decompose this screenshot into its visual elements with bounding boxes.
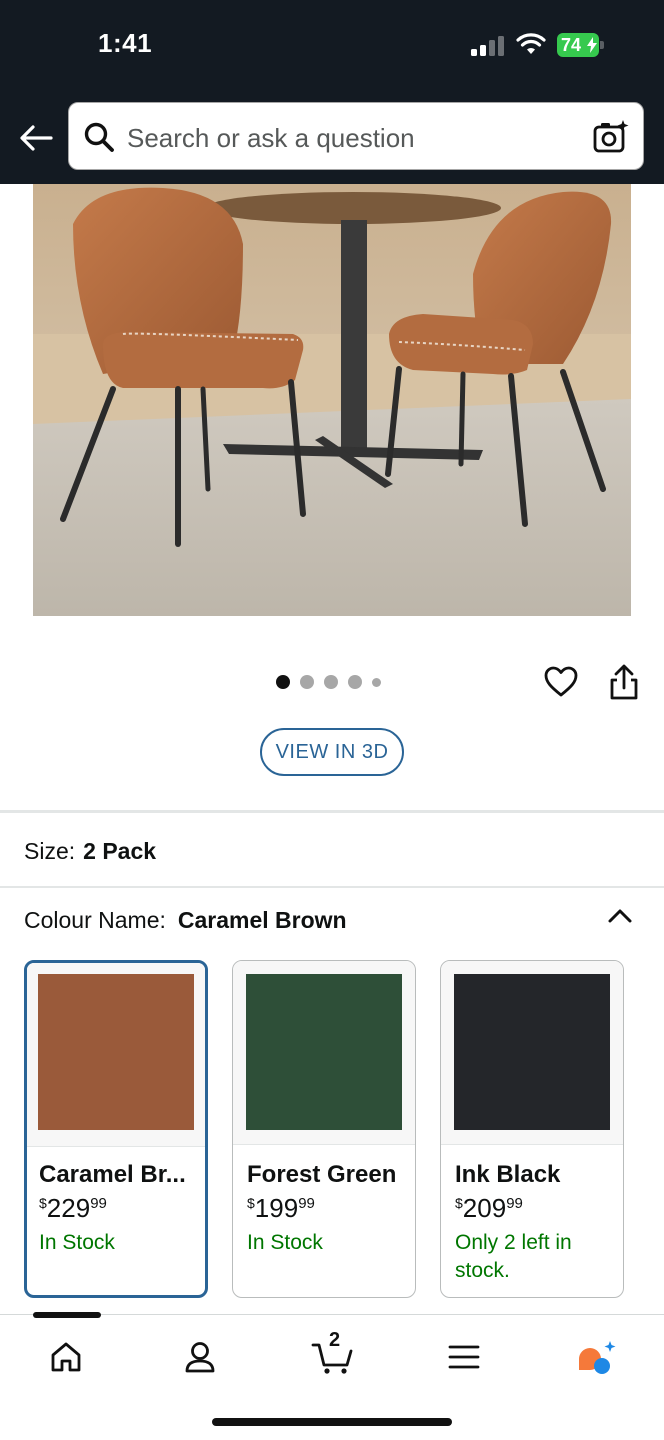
carousel-dot[interactable] — [348, 675, 362, 689]
colour-option-price: $22999 — [39, 1193, 107, 1223]
stock-status: In Stock — [247, 1231, 323, 1254]
search-input[interactable]: Search or ask a question — [68, 102, 644, 170]
section-divider — [0, 810, 664, 813]
wifi-icon — [516, 33, 546, 54]
carousel-dot[interactable] — [372, 677, 381, 687]
colour-swatch — [246, 974, 402, 1130]
charging-bolt-icon — [587, 37, 597, 53]
colour-option-name: Caramel Br... — [39, 1161, 186, 1188]
home-icon — [51, 1342, 81, 1372]
carousel-dot[interactable] — [324, 675, 338, 689]
nav-account[interactable] — [178, 1335, 222, 1379]
colour-value: Caramel Brown — [177, 907, 347, 933]
image-carousel-dots[interactable] — [276, 674, 381, 690]
size-value: 2 Pack — [83, 838, 157, 864]
account-icon — [185, 1342, 215, 1373]
battery-icon: 74 — [557, 33, 605, 57]
camera-search-icon[interactable] — [593, 119, 629, 155]
home-indicator — [212, 1418, 452, 1426]
nav-menu[interactable] — [442, 1335, 486, 1379]
cart-count: 2 — [329, 1329, 341, 1351]
view-in-3d-button[interactable]: VIEW IN 3D — [260, 728, 404, 776]
carousel-dot[interactable] — [276, 675, 290, 689]
back-button[interactable] — [16, 118, 56, 158]
search-placeholder: Search or ask a question — [127, 123, 415, 153]
colour-option-caramel-brown[interactable]: Caramel Br... $22999 In Stock — [24, 960, 208, 1298]
colour-row: Colour Name: Caramel Brown — [24, 907, 347, 934]
cellular-signal-icon — [471, 36, 504, 56]
active-tab-indicator — [33, 1312, 101, 1318]
nav-home[interactable] — [44, 1335, 88, 1379]
top-header: 1:41 74 Search or ask a question — [0, 0, 664, 184]
menu-icon — [448, 1345, 480, 1369]
colour-swatch — [38, 974, 194, 1130]
colour-option-name: Forest Green — [247, 1161, 397, 1188]
nav-cart[interactable]: 2 — [310, 1329, 354, 1379]
nav-rufus[interactable] — [574, 1335, 618, 1379]
size-label: Size: — [24, 838, 76, 864]
colour-option-ink-black[interactable]: Ink Black $20999 Only 2 left in stock. — [440, 960, 624, 1298]
carousel-dot[interactable] — [300, 675, 314, 689]
stock-status: In Stock — [39, 1231, 115, 1254]
wishlist-heart-icon[interactable] — [543, 664, 579, 700]
product-image[interactable] — [33, 184, 631, 616]
battery-level: 74 — [561, 35, 582, 55]
colour-option-forest-green[interactable]: Forest Green $19999 In Stock — [232, 960, 416, 1298]
colour-swatch — [454, 974, 610, 1130]
rufus-icon — [579, 1341, 616, 1374]
dining-chairs-photo — [33, 184, 631, 616]
search-icon — [84, 122, 114, 152]
colour-option-price: $20999 — [455, 1193, 523, 1223]
colour-option-price: $19999 — [247, 1193, 315, 1223]
share-icon[interactable] — [606, 664, 642, 702]
stock-status: Only 2 left in stock. — [455, 1231, 572, 1282]
status-time: 1:41 — [98, 28, 153, 58]
section-divider — [0, 886, 664, 888]
chevron-up-icon[interactable] — [606, 902, 634, 930]
back-arrow-icon — [20, 125, 53, 151]
colour-option-name: Ink Black — [455, 1161, 561, 1188]
size-row[interactable]: Size: 2 Pack — [24, 838, 156, 865]
colour-label: Colour Name: — [24, 907, 166, 933]
